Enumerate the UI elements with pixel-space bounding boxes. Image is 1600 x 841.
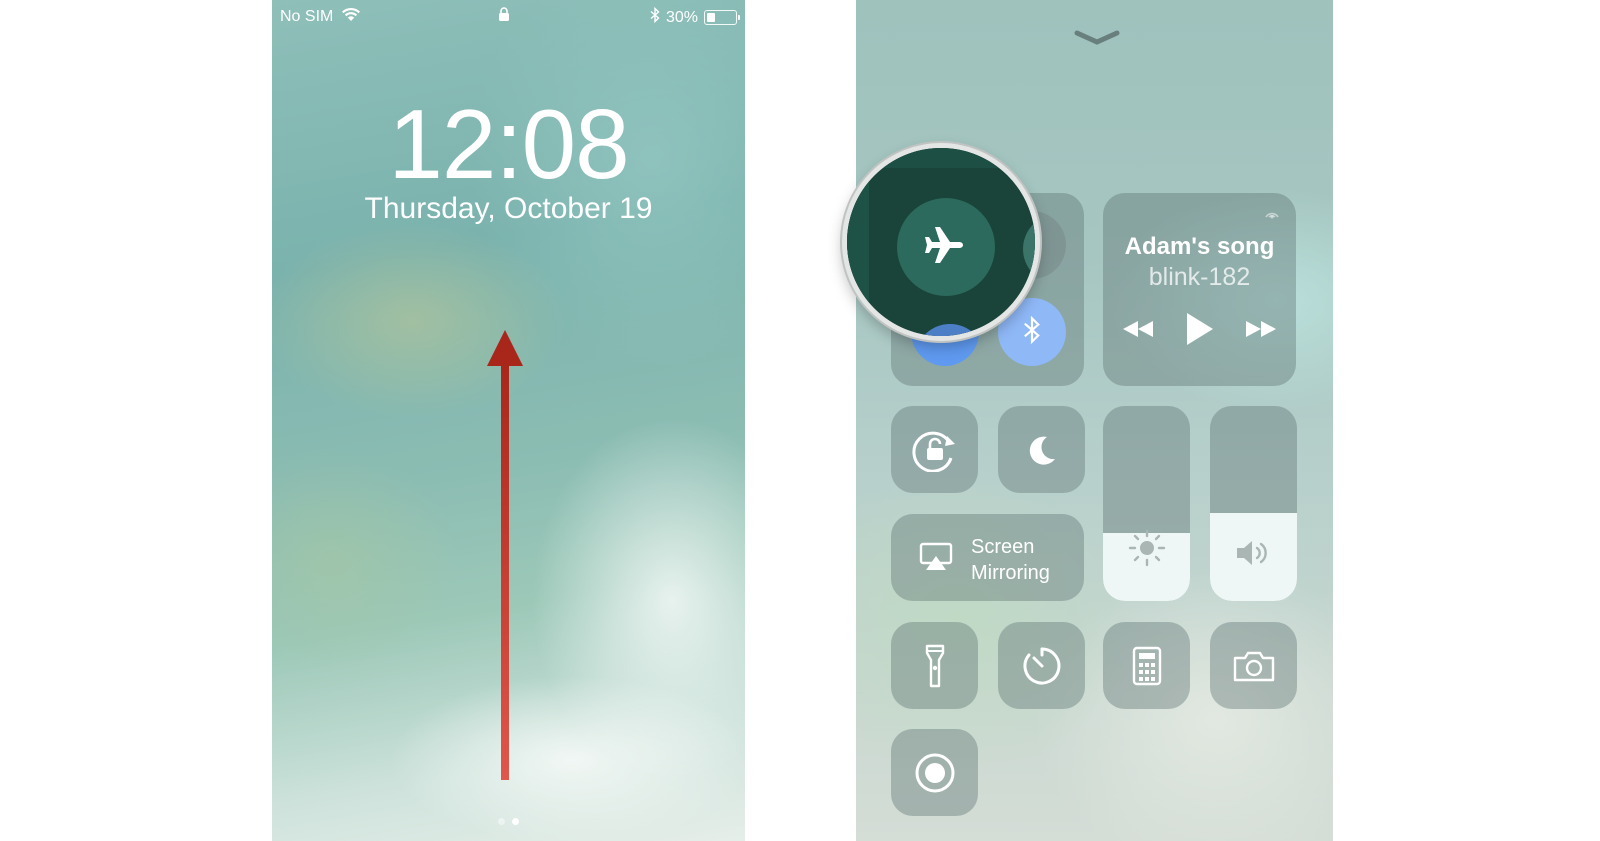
volume-slider[interactable]	[1210, 406, 1297, 601]
screen-record-button[interactable]	[891, 729, 978, 816]
timer-button[interactable]	[998, 622, 1085, 709]
flashlight-icon	[925, 644, 945, 688]
battery-percent: 30%	[665, 8, 698, 26]
magnifier-callout	[842, 143, 1040, 341]
song-artist: blink-182	[1148, 263, 1251, 291]
now-playing-tile[interactable]: Adam's song blink-182	[1103, 193, 1296, 386]
flashlight-button[interactable]	[891, 622, 978, 709]
control-center: Adam's song blink-182 Screen Mirroring	[856, 0, 1333, 841]
sun-icon	[1127, 528, 1167, 573]
page-indicator	[272, 818, 745, 825]
camera-icon	[1233, 650, 1275, 682]
swipe-up-arrow	[487, 330, 523, 780]
rewind-icon[interactable]	[1121, 318, 1155, 345]
moon-icon	[1025, 433, 1059, 467]
lock-time: 12:08	[388, 89, 629, 199]
orientation-lock-button[interactable]	[891, 406, 978, 493]
timer-icon	[1022, 646, 1062, 686]
page-dot-active	[512, 818, 519, 825]
calculator-icon	[1132, 646, 1162, 686]
status-bar: No SIM 30%	[272, 5, 745, 28]
do-not-disturb-button[interactable]	[998, 406, 1085, 493]
airplay-screen-icon	[919, 542, 953, 577]
fast-forward-icon[interactable]	[1244, 318, 1278, 345]
camera-button[interactable]	[1210, 622, 1297, 709]
airplane-icon	[923, 222, 969, 273]
lock-screen: No SIM 30% 12:08 Thursday, October 19	[272, 0, 745, 841]
orientation-lock-icon	[911, 428, 959, 472]
brightness-slider[interactable]	[1103, 406, 1190, 601]
carrier-label: No SIM	[280, 8, 334, 25]
screen-record-icon	[914, 752, 956, 794]
bluetooth-icon	[650, 6, 660, 28]
screen-mirroring-label-line2: Mirroring	[971, 562, 1050, 584]
screen-mirroring-label-line1: Screen	[971, 536, 1035, 558]
calculator-button[interactable]	[1103, 622, 1190, 709]
chevron-down-icon[interactable]	[1074, 30, 1120, 46]
page-dot	[498, 818, 505, 825]
screen-mirroring-button[interactable]: Screen Mirroring	[891, 514, 1084, 601]
airplane-mode-button[interactable]	[897, 198, 995, 296]
lock-icon	[498, 7, 510, 26]
airplay-audio-icon[interactable]	[1262, 205, 1282, 228]
battery-icon	[704, 10, 740, 25]
lock-date: Thursday, October 19	[364, 192, 653, 225]
play-icon[interactable]	[1185, 311, 1215, 352]
wifi-icon	[341, 7, 361, 27]
song-title: Adam's song	[1124, 233, 1275, 260]
speaker-icon	[1235, 538, 1273, 573]
